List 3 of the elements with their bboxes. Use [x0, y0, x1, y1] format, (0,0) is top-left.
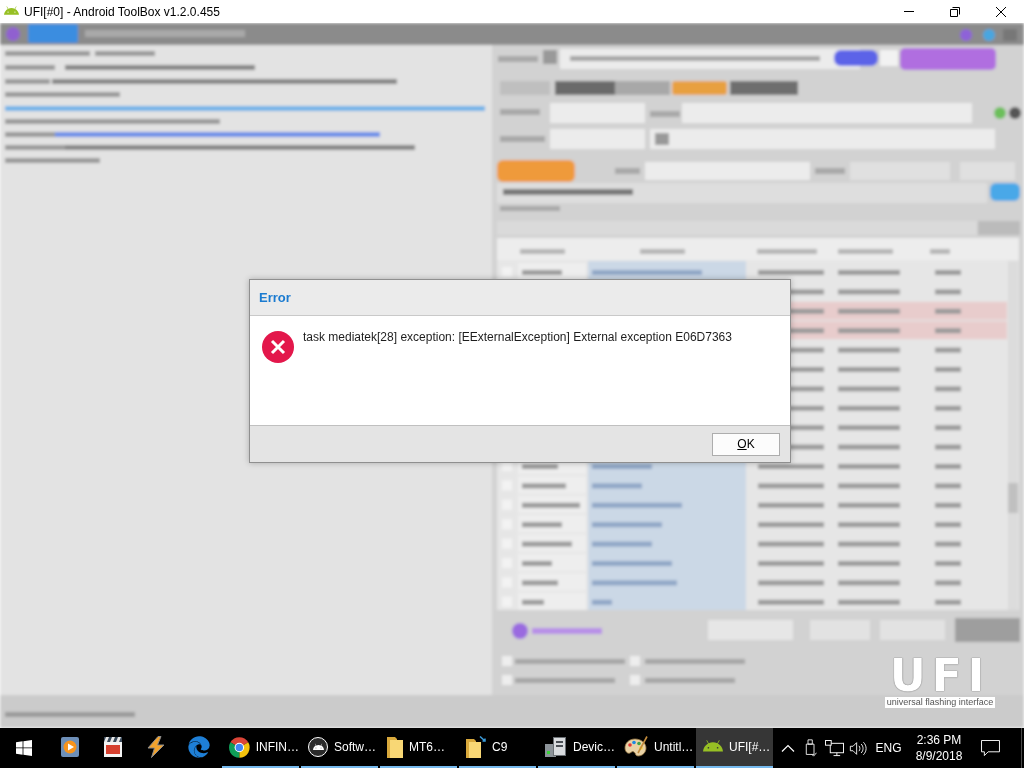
window-title: UFI[#0] - Android ToolBox v1.2.0.455: [24, 3, 220, 21]
dialog-title: Error: [259, 288, 291, 307]
logo-tagline: universal flashing interface: [884, 697, 996, 708]
